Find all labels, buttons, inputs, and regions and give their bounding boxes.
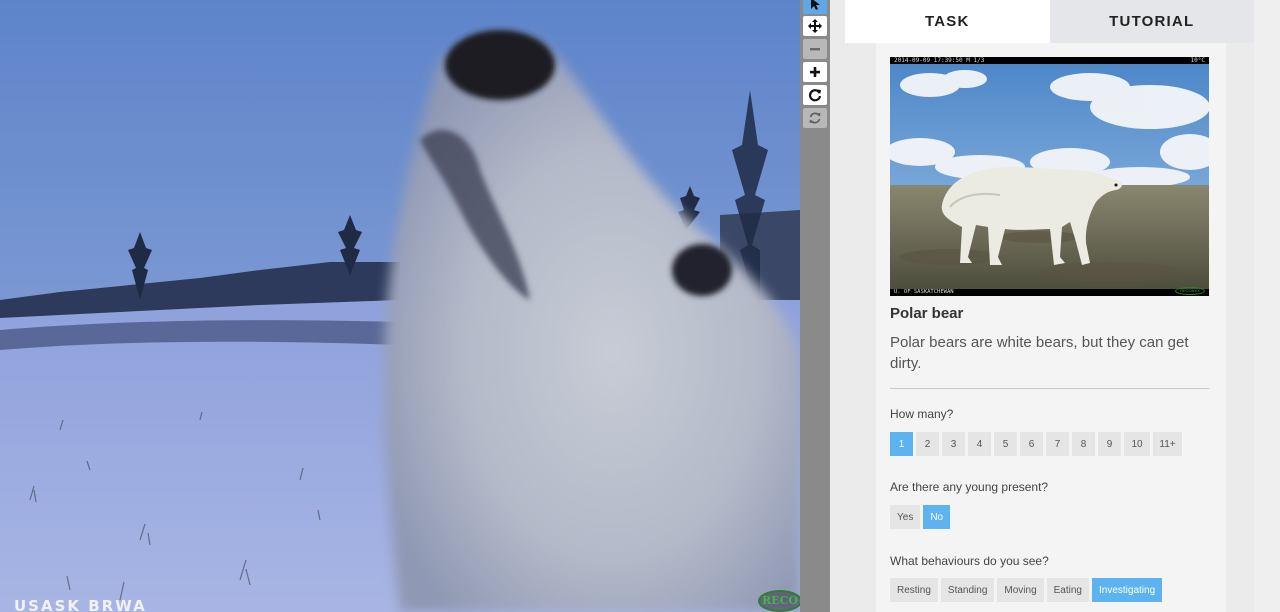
zoom-out-button[interactable] xyxy=(803,39,827,59)
tab-tutorial[interactable]: TUTORIAL xyxy=(1049,0,1254,43)
reset-button[interactable] xyxy=(803,108,827,128)
species-example-photo: 2014-09-09 17:39:50 M 1/3 10°C U. OF SAS… xyxy=(890,57,1209,296)
subject-image xyxy=(0,0,800,612)
species-name: Polar bear xyxy=(890,305,964,322)
photo-temperature: 10°C xyxy=(1190,57,1205,64)
behaviour-option-investigating[interactable]: Investigating xyxy=(1092,578,1163,602)
behaviour-option-standing[interactable]: Standing xyxy=(940,578,995,602)
young-option-no[interactable]: No xyxy=(923,505,951,529)
reset-icon xyxy=(809,112,821,124)
how-many-option-5[interactable]: 5 xyxy=(994,432,1017,456)
photo-timestamp-bar: 2014-09-09 17:39:50 M 1/3 10°C xyxy=(890,57,1209,64)
behaviour-option-moving[interactable]: Moving xyxy=(997,578,1044,602)
camera-brand-logo: RECO xyxy=(758,590,800,612)
pointer-tool-button[interactable] xyxy=(803,0,827,14)
behaviours-answers: Resting Standing Moving Eating Investiga… xyxy=(890,578,1163,602)
photo-footer: U. OF SASKATCHEWAN xyxy=(890,289,1209,296)
species-detail-card: 2014-09-09 17:39:50 M 1/3 10°C U. OF SAS… xyxy=(876,43,1226,612)
move-icon xyxy=(808,19,822,33)
how-many-option-3[interactable]: 3 xyxy=(942,432,965,456)
young-present-answers: Yes No xyxy=(890,505,951,529)
how-many-option-4[interactable]: 4 xyxy=(968,432,991,456)
panel-scroll-gutter xyxy=(1254,0,1280,612)
image-toolbar xyxy=(800,0,830,612)
behaviour-option-resting[interactable]: Resting xyxy=(890,578,938,602)
how-many-option-11plus[interactable]: 11+ xyxy=(1153,432,1182,456)
camera-overlay-text: USASK BRWA xyxy=(14,597,147,612)
young-option-yes[interactable]: Yes xyxy=(890,505,921,529)
panel-tabs: TASK TUTORIAL xyxy=(845,0,1254,43)
how-many-option-10[interactable]: 10 xyxy=(1124,432,1150,456)
young-present-question: Are there any young present? xyxy=(890,480,1049,494)
how-many-option-1[interactable]: 1 xyxy=(890,432,913,456)
photo-brand-logo: RECONYX xyxy=(1175,287,1205,295)
zoom-in-icon xyxy=(810,67,820,77)
divider xyxy=(890,388,1209,389)
tab-task[interactable]: TASK xyxy=(845,0,1050,43)
app-root: USASK BRWA RECO TASK TUTORIAL 2014-09-09… xyxy=(0,0,1280,612)
how-many-question: How many? xyxy=(890,407,954,421)
how-many-option-6[interactable]: 6 xyxy=(1020,432,1043,456)
species-description: Polar bears are white bears, but they ca… xyxy=(890,334,1189,372)
how-many-answers: 1 2 3 4 5 6 7 8 9 10 11+ xyxy=(890,432,1182,456)
rotate-button[interactable] xyxy=(803,85,827,105)
behaviours-question: What behaviours do you see? xyxy=(890,554,1049,568)
rotate-icon xyxy=(809,89,822,102)
zoom-in-button[interactable] xyxy=(803,62,827,82)
how-many-option-8[interactable]: 8 xyxy=(1072,432,1095,456)
how-many-option-9[interactable]: 9 xyxy=(1098,432,1121,456)
behaviour-option-eating[interactable]: Eating xyxy=(1046,578,1089,602)
move-tool-button[interactable] xyxy=(803,16,827,36)
photo-timestamp: 2014-09-09 17:39:50 M 1/3 xyxy=(894,57,985,64)
how-many-option-7[interactable]: 7 xyxy=(1046,432,1069,456)
polar-bear-photo xyxy=(890,57,1209,296)
zoom-out-icon xyxy=(810,48,820,51)
subject-image-viewer[interactable]: USASK BRWA RECO xyxy=(0,0,800,612)
pointer-icon xyxy=(811,0,820,10)
how-many-option-2[interactable]: 2 xyxy=(916,432,939,456)
